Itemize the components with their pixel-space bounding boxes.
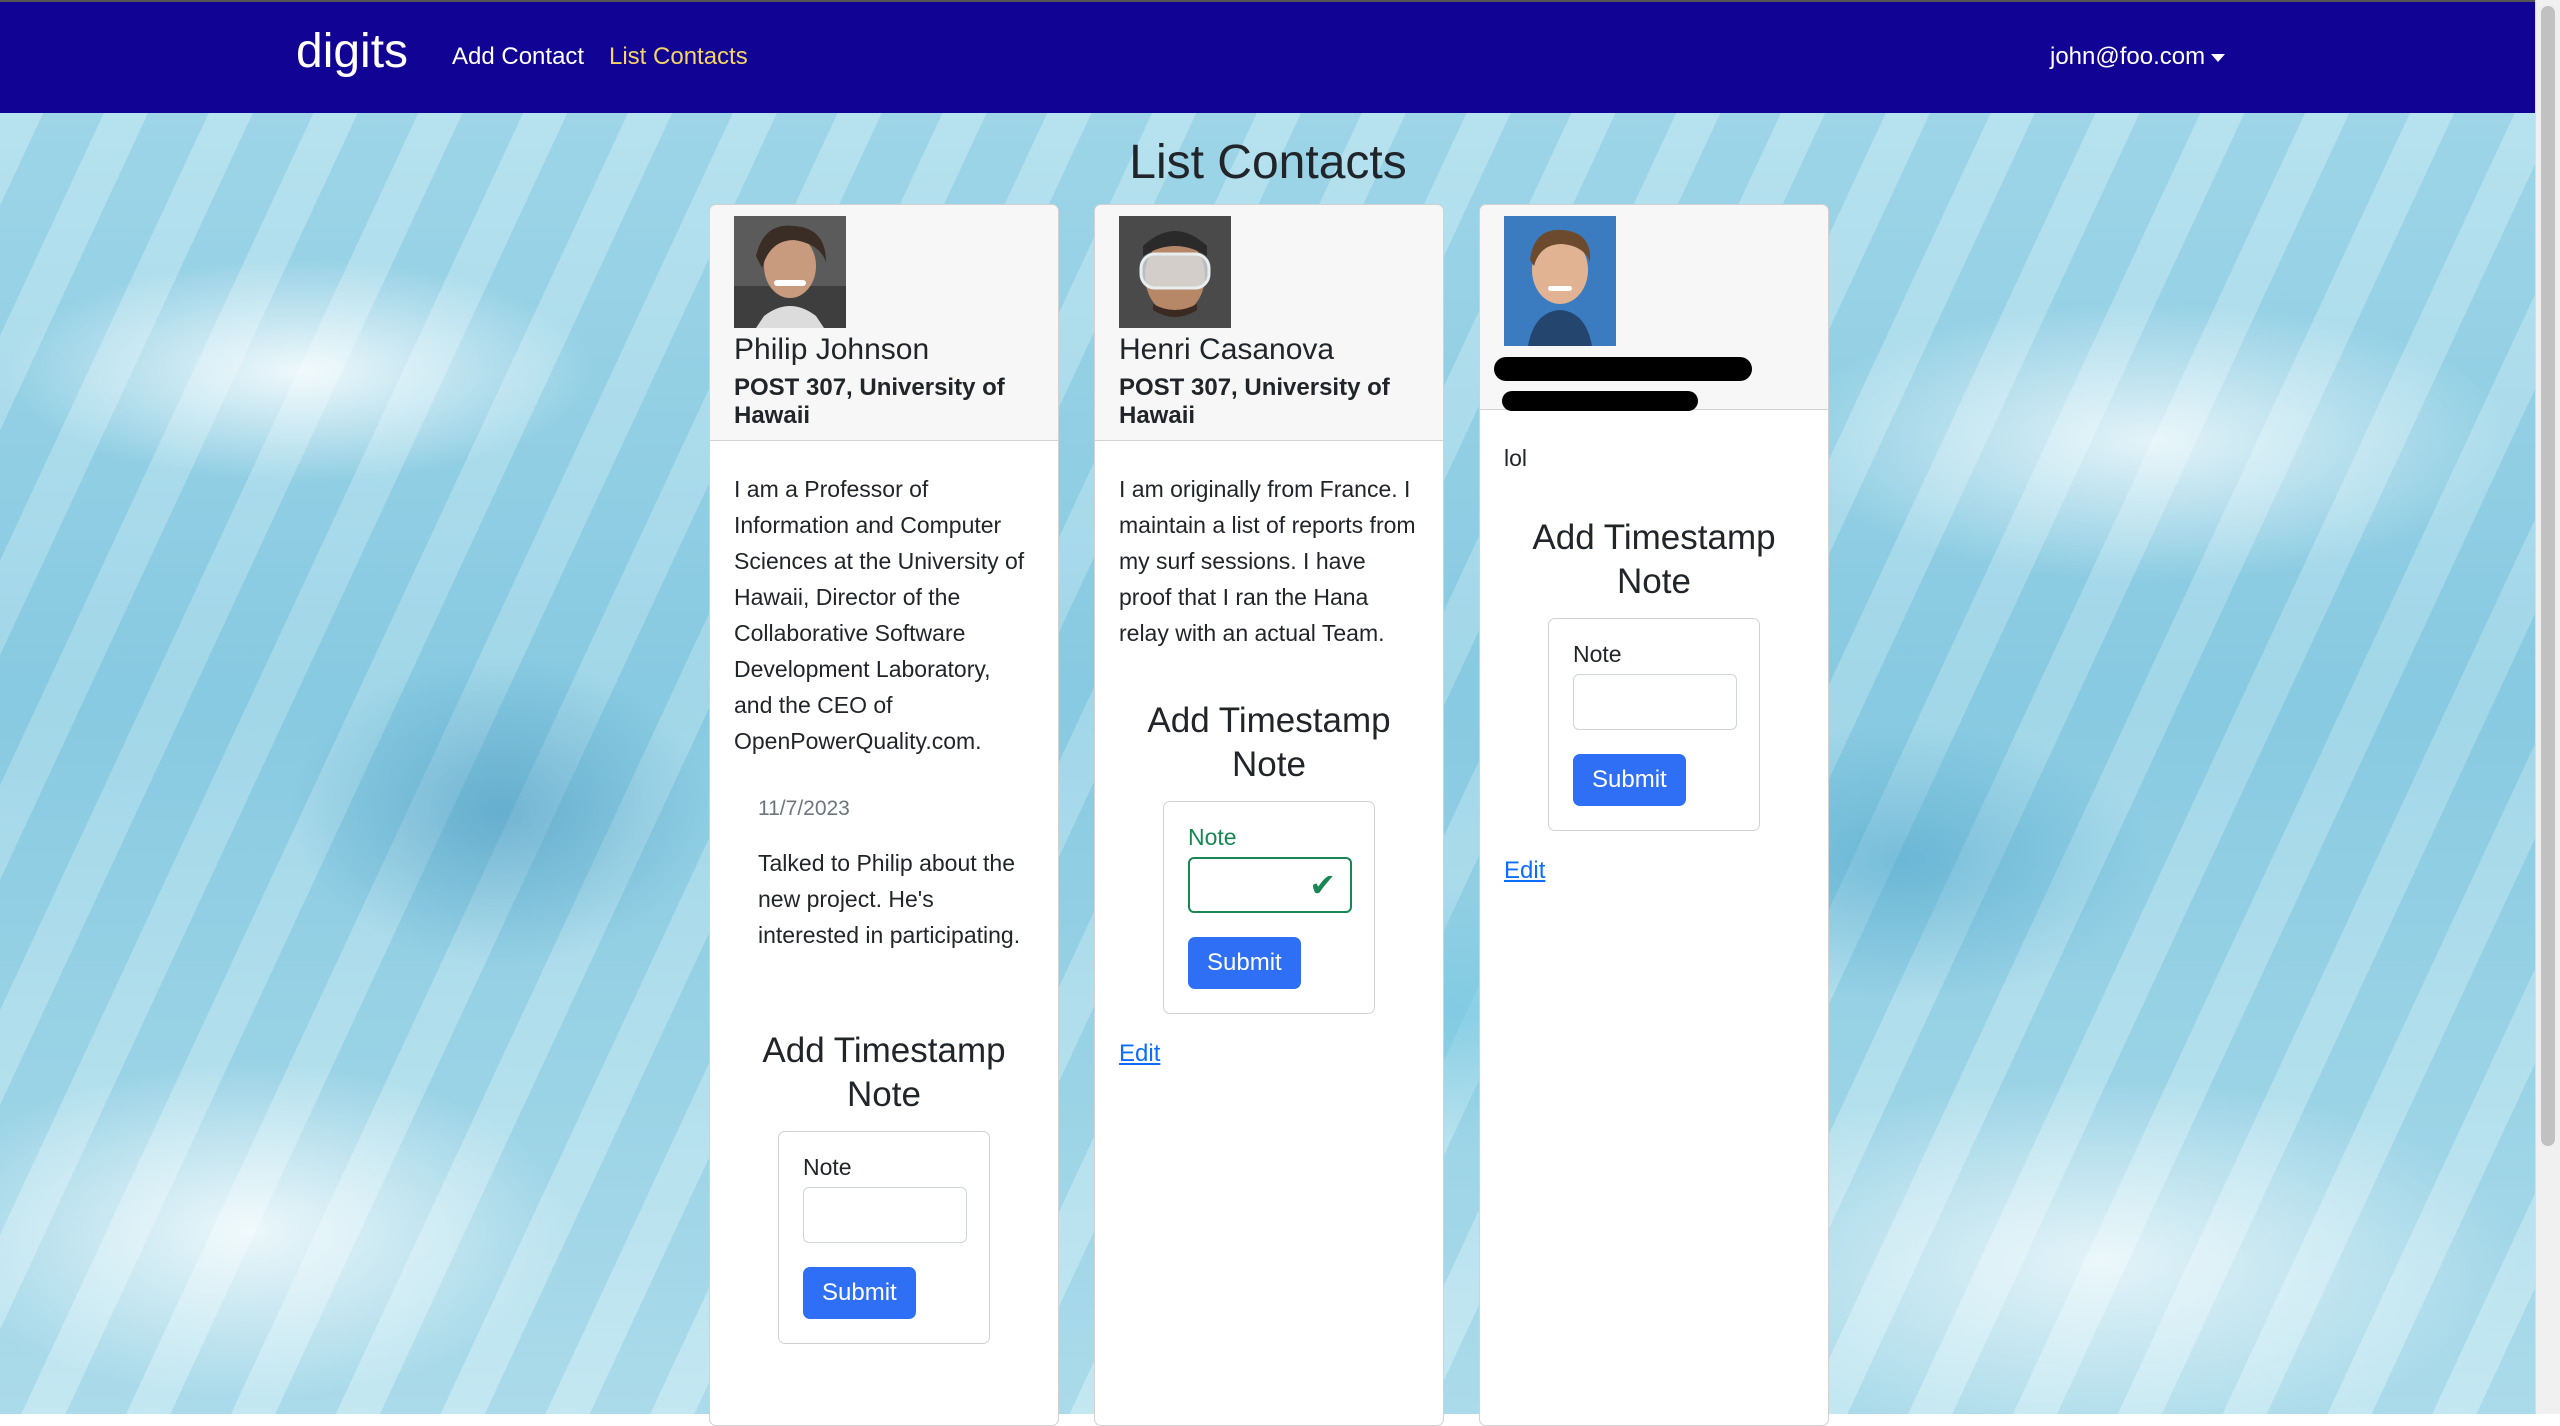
note-label: Note [803,1154,852,1180]
note-form: Note Submit [778,1131,990,1344]
note-form: Note ✔ Submit [1163,801,1375,1014]
user-menu[interactable]: john@foo.com [2050,43,2226,71]
add-note-title: Add Timestamp Note [762,1031,1006,1114]
add-note-title: Add Timestamp Note [1532,518,1776,601]
edit-link[interactable]: Edit [1119,1040,1160,1068]
note-date: 11/7/2023 [758,797,850,820]
note-input[interactable] [803,1187,967,1243]
page-title: List Contacts [1129,136,1407,189]
brand-logo[interactable]: digits [296,24,408,79]
scrollbar[interactable] [2535,0,2560,1414]
contact-card: Henri Casanova POST 307, University of H… [1094,204,1444,1426]
scrollbar-thumb[interactable] [2541,6,2555,1146]
submit-button[interactable]: Submit [1573,754,1686,806]
contact-address: POST 307, University of Hawaii [734,374,1005,429]
card-body: I am a Professor of Information and Comp… [710,441,1058,1364]
avatar [1504,216,1616,346]
contact-address: POST 307, University of Hawaii [1119,374,1390,429]
contact-card: lol Add Timestamp Note Note Submit Edit [1479,204,1829,1426]
top-navbar: digits Add Contact List Contacts john@fo… [0,0,2536,113]
card-body: I am originally from France. I maintain … [1095,441,1443,1088]
caret-down-icon [2211,53,2226,62]
card-header: Philip Johnson POST 307, University of H… [710,205,1058,441]
card-body: lol Add Timestamp Note Note Submit Edit [1480,410,1828,905]
contact-name: Henri Casanova [1119,333,1335,366]
edit-link[interactable]: Edit [1504,857,1545,885]
note-input[interactable] [1573,674,1737,730]
avatar [734,216,846,328]
note-label: Note [1188,824,1237,850]
nav-list-contacts[interactable]: List Contacts [609,43,748,71]
contact-card: Philip Johnson POST 307, University of H… [709,204,1059,1426]
note-label: Note [1573,641,1622,667]
contact-description: I am a Professor of Information and Comp… [734,476,1025,754]
add-note-title: Add Timestamp Note [1147,701,1391,784]
note-input[interactable]: ✔ [1188,857,1352,913]
avatar [1119,216,1231,328]
note-text: Talked to Philip about the new project. … [758,850,1021,948]
card-header [1480,205,1828,411]
contact-description: I am originally from France. I maintain … [1119,476,1416,646]
card-header: Henri Casanova POST 307, University of H… [1095,205,1443,441]
checkmark-icon: ✔ [1309,867,1336,903]
redaction-mark [1502,391,1698,411]
user-email: john@foo.com [2050,43,2206,70]
submit-button[interactable]: Submit [803,1267,916,1319]
contact-description: lol [1504,445,1528,471]
redaction-mark [1494,357,1752,381]
submit-button[interactable]: Submit [1188,937,1301,989]
note-form: Note Submit [1548,618,1760,831]
contact-name: Philip Johnson [734,333,930,366]
nav-add-contact[interactable]: Add Contact [452,43,584,71]
